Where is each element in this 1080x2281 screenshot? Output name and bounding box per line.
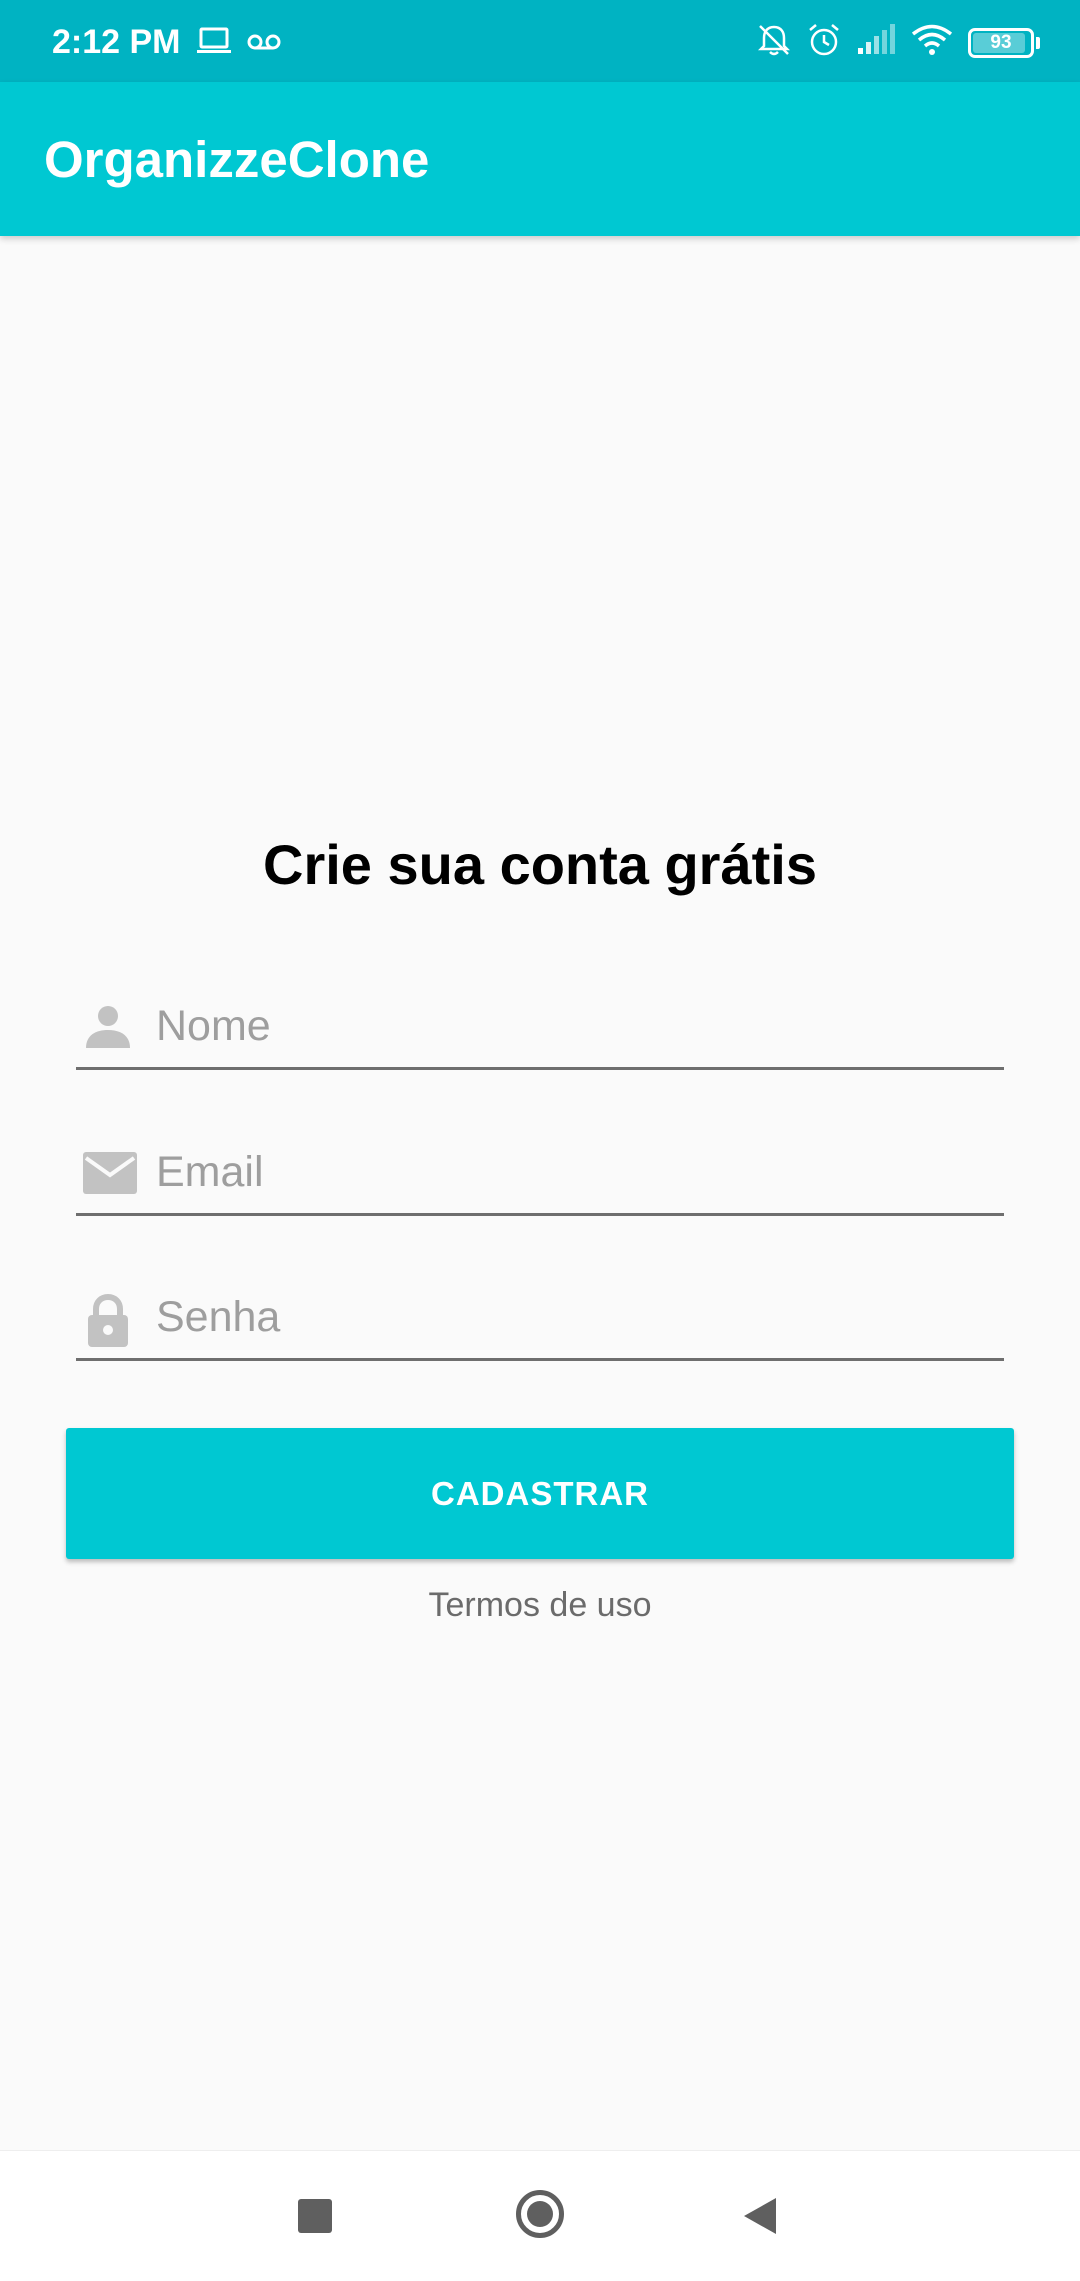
- password-input[interactable]: Senha: [156, 1291, 280, 1343]
- app-title: OrganizzeClone: [44, 131, 430, 188]
- navigation-bar: [0, 2150, 1080, 2281]
- email-input[interactable]: Email: [156, 1146, 264, 1198]
- password-field[interactable]: Senha: [76, 1271, 1004, 1361]
- lock-icon: [82, 1293, 134, 1347]
- wifi-icon: [910, 23, 954, 62]
- laptop-icon: [196, 26, 232, 61]
- mail-icon: [82, 1148, 137, 1200]
- status-left-icons: [196, 26, 282, 61]
- app-bar: OrganizzeClone: [0, 82, 1080, 236]
- email-field[interactable]: Email: [76, 1126, 1004, 1216]
- person-icon: [82, 1002, 134, 1054]
- recent-apps-icon[interactable]: [298, 2199, 332, 2233]
- name-field[interactable]: Nome: [76, 980, 1004, 1070]
- back-icon[interactable]: [742, 2196, 778, 2236]
- home-icon[interactable]: [516, 2190, 564, 2238]
- bell-off-icon: [756, 22, 792, 63]
- alarm-icon: [806, 22, 842, 63]
- signal-icon: [856, 24, 896, 61]
- home-dot: [527, 2201, 553, 2227]
- battery-tip: [1036, 36, 1040, 49]
- page-title: Crie sua conta grátis: [263, 833, 817, 896]
- voicemail-icon: [246, 26, 282, 61]
- status-bar: 2:12 PM 93: [0, 0, 1080, 82]
- status-time: 2:12 PM: [52, 23, 181, 61]
- battery-level: 93: [990, 31, 1012, 53]
- terms-of-use-link[interactable]: Termos de uso: [0, 1583, 1080, 1627]
- register-button[interactable]: CADASTRAR: [66, 1428, 1014, 1559]
- name-input[interactable]: Nome: [156, 1000, 271, 1052]
- battery-indicator: 93: [968, 27, 1034, 58]
- status-right-icons: 93: [756, 22, 1040, 63]
